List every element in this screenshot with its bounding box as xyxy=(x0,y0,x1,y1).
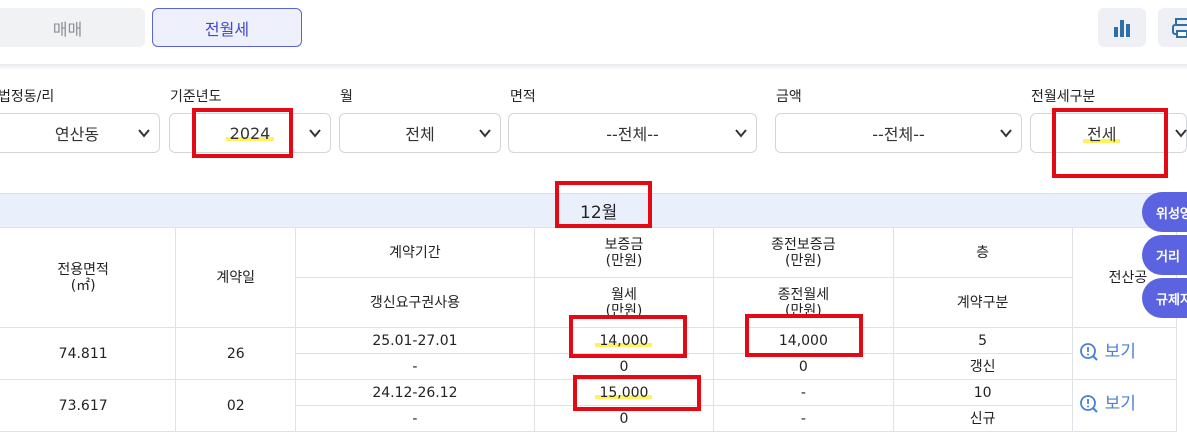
cell-deposit-value: 14,000 xyxy=(599,332,649,349)
view-link[interactable]: 보기 xyxy=(1079,342,1136,362)
cell-prev-monthly: - xyxy=(713,405,894,432)
regulation-button[interactable]: 규제지 xyxy=(1142,278,1187,318)
cell-contract-type: 신규 xyxy=(892,405,1073,432)
print-button[interactable] xyxy=(1158,8,1187,47)
cell-deposit: 14,000 xyxy=(533,327,715,354)
view-link[interactable]: 보기 xyxy=(1079,394,1136,414)
divider xyxy=(0,64,1187,70)
amount-select-value: --전체-- xyxy=(872,125,925,144)
year-select[interactable]: 2024 xyxy=(169,113,331,153)
header-prev-monthly-unit: (만원) xyxy=(785,302,822,319)
rent-type-select[interactable]: 전세 xyxy=(1030,113,1187,153)
filter-label-year: 기준년도 xyxy=(170,89,222,105)
header-monthly-label: 월세 xyxy=(611,286,637,303)
cell-view[interactable]: 보기 xyxy=(1071,379,1178,432)
cell-date: 26 xyxy=(175,327,297,380)
header-area: 전용면적 (㎡) xyxy=(0,227,177,328)
header-renewal: 갱신요구권사용 xyxy=(295,277,535,328)
view-label: 보기 xyxy=(1104,393,1136,414)
cell-floor: 10 xyxy=(892,379,1073,406)
cell-prev-deposit: 14,000 xyxy=(713,327,894,354)
header-deposit-label: 보증금 xyxy=(604,236,644,253)
header-date: 계약일 xyxy=(175,227,297,328)
search-icon xyxy=(1079,394,1098,413)
chevron-down-icon xyxy=(479,129,491,138)
cell-period: 25.01-27.01 xyxy=(295,327,535,354)
cell-view[interactable]: 보기 xyxy=(1071,327,1178,380)
cell-monthly: 0 xyxy=(533,405,715,432)
header-monthly-unit: (만원) xyxy=(605,302,643,319)
bar-chart-icon xyxy=(1114,19,1130,37)
tab-rent[interactable]: 전월세 xyxy=(152,8,302,47)
header-prev-monthly: 종전월세 (만원) xyxy=(713,277,894,328)
cell-prev-deposit: - xyxy=(713,379,894,406)
month-select-value: 전체 xyxy=(405,125,435,144)
transactions-table: 전용면적 (㎡) 계약일 계약기간 보증금 (만원) 종전보증금 (만원) 층 전산공… xyxy=(0,227,1178,432)
amount-select[interactable]: --전체-- xyxy=(775,113,1022,153)
cell-contract-type: 갱신 xyxy=(892,353,1073,380)
header-contract-type: 계약구분 xyxy=(892,277,1073,328)
cell-deposit-text: 14,000 xyxy=(595,332,653,349)
tab-sale[interactable]: 매매 xyxy=(0,8,145,47)
header-monthly: 월세 (만원) xyxy=(533,277,715,328)
chevron-down-icon xyxy=(138,129,150,138)
header-deposit: 보증금 (만원) xyxy=(533,227,715,278)
header-prev-deposit: 종전보증금 (만원) xyxy=(713,227,894,278)
cell-prev-monthly: 0 xyxy=(713,353,894,380)
header-floor: 층 xyxy=(892,227,1073,278)
view-label: 보기 xyxy=(1104,341,1136,362)
rent-type-select-text: 전세 xyxy=(1083,121,1121,145)
chevron-down-icon xyxy=(309,129,321,138)
search-icon xyxy=(1079,342,1098,361)
chevron-down-icon xyxy=(1000,129,1012,138)
dong-select[interactable]: 연산동 xyxy=(0,113,160,153)
filter-label-dong: 법정동/리 xyxy=(0,89,55,105)
month-select[interactable]: 전체 xyxy=(339,113,501,153)
cell-period: 24.12-26.12 xyxy=(295,379,535,406)
header-period: 계약기간 xyxy=(295,227,535,278)
header-prev-deposit-label: 종전보증금 xyxy=(771,236,836,253)
distance-button[interactable]: 거리 xyxy=(1142,235,1187,275)
area-select[interactable]: --전체-- xyxy=(508,113,757,153)
filter-label-rent-type: 전월세구분 xyxy=(1031,89,1096,105)
table-row: 74.811 26 25.01-27.01 14,000 14,000 5 보기 xyxy=(0,327,1178,380)
cell-area: 74.811 xyxy=(0,327,177,380)
rent-type-select-value: 전세 xyxy=(1087,125,1117,144)
header-area-label: 전용면적 xyxy=(57,261,109,278)
top-bar: 매매 전월세 xyxy=(0,0,1187,64)
year-select-text: 2024 xyxy=(225,123,275,143)
cell-deposit: 15,000 xyxy=(533,379,715,406)
filter-label-amount: 금액 xyxy=(776,89,802,105)
cell-floor: 5 xyxy=(892,327,1073,354)
satellite-button[interactable]: 위성영 xyxy=(1142,192,1187,232)
chevron-down-icon xyxy=(735,129,747,138)
header-area-unit: (㎡) xyxy=(70,277,96,294)
table-row: 73.617 02 24.12-26.12 15,000 - 10 보기 xyxy=(0,379,1178,432)
area-select-value: --전체-- xyxy=(606,125,659,144)
chevron-down-icon xyxy=(1175,129,1187,138)
cell-renewal: - xyxy=(295,405,535,432)
filter-label-month: 월 xyxy=(340,89,353,105)
header-deposit-unit: (만원) xyxy=(605,252,643,269)
cell-deposit-value: 15,000 xyxy=(599,384,649,401)
header-prev-deposit-unit: (만원) xyxy=(785,252,822,269)
dong-select-value: 연산동 xyxy=(54,125,100,144)
filter-label-area: 면적 xyxy=(510,89,536,105)
chart-button[interactable] xyxy=(1098,8,1146,47)
year-select-value: 2024 xyxy=(229,123,271,143)
cell-area: 73.617 xyxy=(0,379,177,432)
cell-renewal: - xyxy=(295,353,535,380)
month-heading: 12월 xyxy=(580,203,618,223)
header-prev-monthly-label: 종전월세 xyxy=(777,286,830,303)
cell-deposit-text: 15,000 xyxy=(595,384,653,401)
cell-date: 02 xyxy=(175,379,297,432)
cell-monthly: 0 xyxy=(533,353,715,380)
printer-icon xyxy=(1172,17,1187,38)
